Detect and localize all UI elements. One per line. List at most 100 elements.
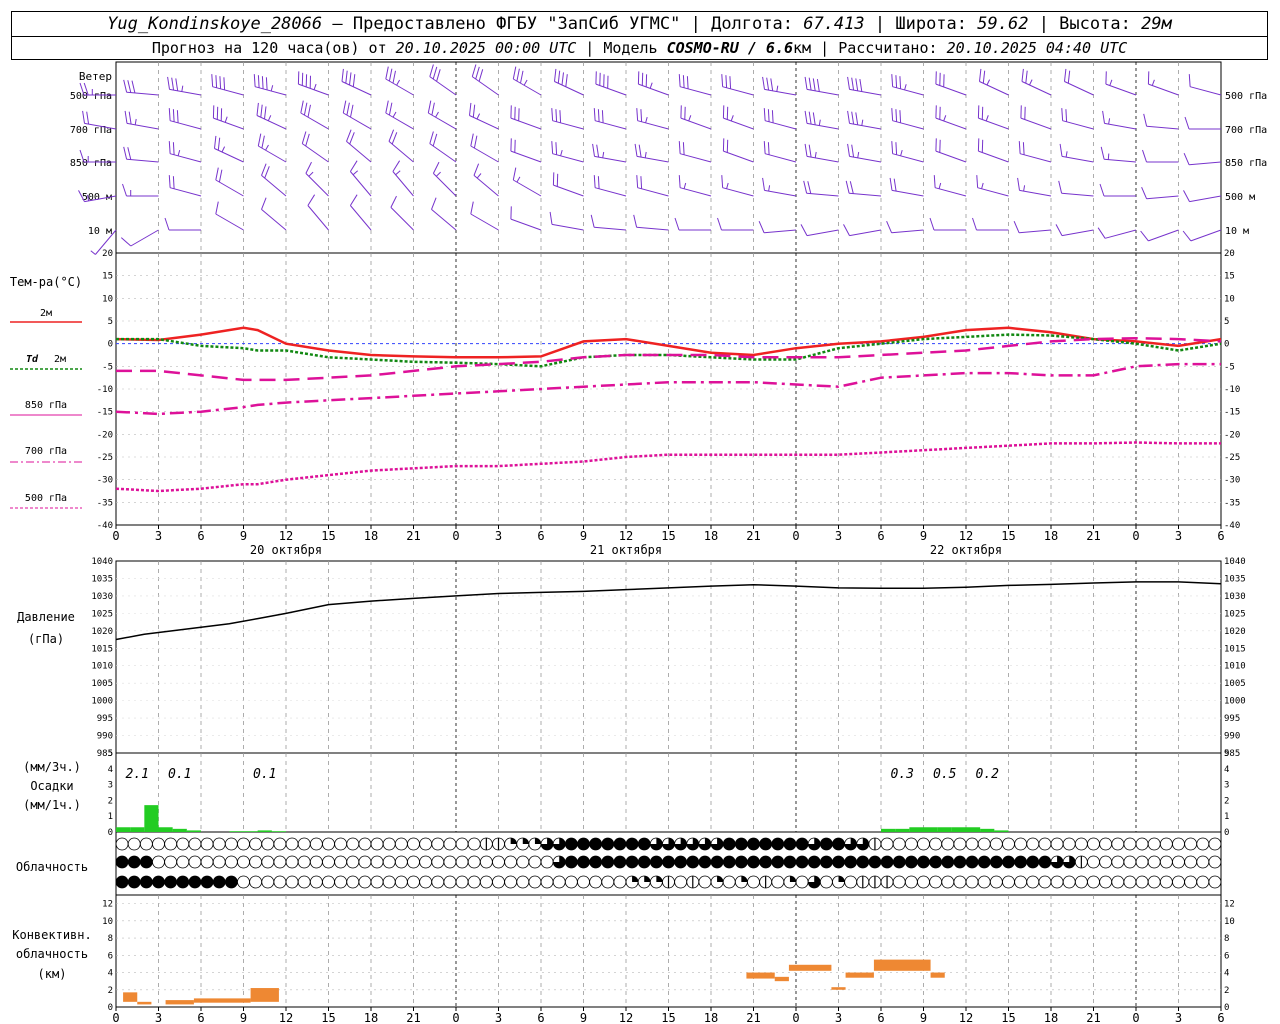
wind-barb-feather [1021, 68, 1024, 82]
time-tick-label: 3 [495, 529, 502, 543]
wind-barb [1064, 68, 1094, 96]
wind-barb-staff [433, 173, 457, 197]
wind-barb-staff [126, 91, 159, 96]
wind-barb-feather [123, 79, 128, 93]
wind-barb-feather [264, 166, 270, 179]
wind-barb [1182, 229, 1222, 242]
wind-barb [1061, 108, 1094, 130]
time-tick-label: 12 [959, 529, 973, 543]
cloud-symbol [1135, 855, 1149, 869]
cloud-symbol [1111, 855, 1125, 869]
wind-barb-feather [472, 104, 476, 118]
cloud-symbol [297, 837, 311, 851]
cloud-symbol [504, 855, 518, 869]
wind-barb-half [352, 170, 359, 176]
pressure-ytick-right: 990 [1224, 732, 1240, 742]
wind-barb-feather [86, 111, 90, 125]
cloud-symbol [1087, 875, 1100, 889]
cloud-fill [966, 856, 979, 868]
wind-barb [215, 201, 244, 231]
cloud-symbol [273, 855, 287, 869]
temp-ytick-right: 15 [1224, 272, 1235, 282]
wind-barb-half [560, 149, 563, 157]
wind-barb-feather [758, 221, 765, 233]
cloud-symbol [953, 837, 967, 851]
wind-barb-feather [470, 133, 474, 147]
wind-barb-staff [300, 112, 329, 130]
wind-barb [678, 175, 712, 197]
wind-barb-feather [891, 108, 894, 121]
wind-barb-staff [764, 229, 797, 234]
time-tick-label: 0 [1132, 1011, 1139, 1024]
wind-barb [214, 135, 244, 163]
wind-barb-staff [849, 192, 882, 197]
pressure-ytick-right: 1025 [1224, 609, 1246, 619]
wind-barb-half [435, 111, 439, 118]
wind-barb-feather [1013, 221, 1020, 233]
wind-barb-feather [767, 109, 770, 122]
wind-barb [551, 108, 584, 130]
wind-barb-feather [388, 68, 393, 82]
wind-barb-half [313, 83, 317, 90]
cloud-symbol [467, 855, 481, 869]
cloud-symbol [200, 855, 214, 869]
precip-3h-label: 0.1 [253, 767, 276, 782]
pressure-ytick-right: 1040 [1224, 557, 1246, 567]
cloud-symbol [358, 855, 372, 869]
day-label: 22 октября [930, 543, 1002, 557]
wind-barb-feather [808, 144, 812, 158]
wind-barb-staff [849, 122, 882, 130]
wind-barb [470, 201, 499, 231]
precip-bar [980, 828, 995, 832]
wind-barb [762, 177, 797, 197]
wind-barb-staff [1146, 125, 1179, 130]
cloud-symbol [516, 875, 530, 889]
wind-barb-staff [679, 86, 712, 96]
pressure-ytick-left: 1025 [91, 609, 113, 619]
wind-barb-half [516, 176, 521, 183]
wind-level-left: 700 гПа [70, 125, 112, 136]
precip-bar [116, 827, 131, 832]
cloud-symbol [1147, 875, 1161, 889]
conv-ytick-left: 4 [108, 969, 113, 979]
cloud-symbol [904, 875, 918, 889]
wind-barb-staff [1019, 229, 1052, 234]
wind-barb-feather [808, 111, 812, 125]
wind-barb-half [476, 173, 482, 179]
cloud-symbol [1087, 855, 1100, 869]
cloud-fill [820, 838, 833, 850]
cloud-symbol [917, 837, 930, 851]
wind-barb [891, 74, 924, 96]
wind-barb-staff [636, 226, 669, 231]
wind-barb-staff [169, 187, 202, 197]
wind-barb [1102, 110, 1137, 130]
cloud-symbol [977, 837, 991, 851]
wind-barb [349, 194, 372, 231]
temp-ytick-left: -25 [97, 453, 113, 463]
time-tick-label: 21 [406, 529, 420, 543]
wind-barb [680, 105, 712, 130]
wind-barb-feather [346, 129, 352, 142]
cloud-fill [176, 876, 189, 888]
cloud-symbol [370, 837, 384, 851]
wind-barb-half [986, 79, 991, 86]
t500-legend-label: 500 гПа [25, 493, 67, 504]
time-tick-label: 15 [1001, 529, 1015, 543]
wind-barb-feather [1059, 143, 1063, 157]
wind-barb-feather [469, 102, 472, 116]
wind-barb-staff [1189, 161, 1222, 166]
precip-ytick-right: 0 [1224, 828, 1229, 838]
wind-barb-feather [300, 100, 304, 114]
precip-ytick-left: 5 [108, 749, 113, 759]
wind-level-left: 500 гПа [70, 91, 112, 102]
wind-barb-half [90, 250, 96, 255]
wind-barb-feather [596, 144, 600, 158]
cloud-symbol [309, 837, 323, 851]
pressure-ytick-right: 995 [1224, 714, 1240, 724]
time-tick-label: 15 [321, 529, 335, 543]
cloud-symbol [747, 875, 760, 889]
wind-barb-feather [512, 167, 517, 181]
temp-title: Тем-ра(°C) [10, 275, 82, 289]
wind-barb-staff [1061, 229, 1094, 237]
wind-barb [1055, 224, 1094, 237]
